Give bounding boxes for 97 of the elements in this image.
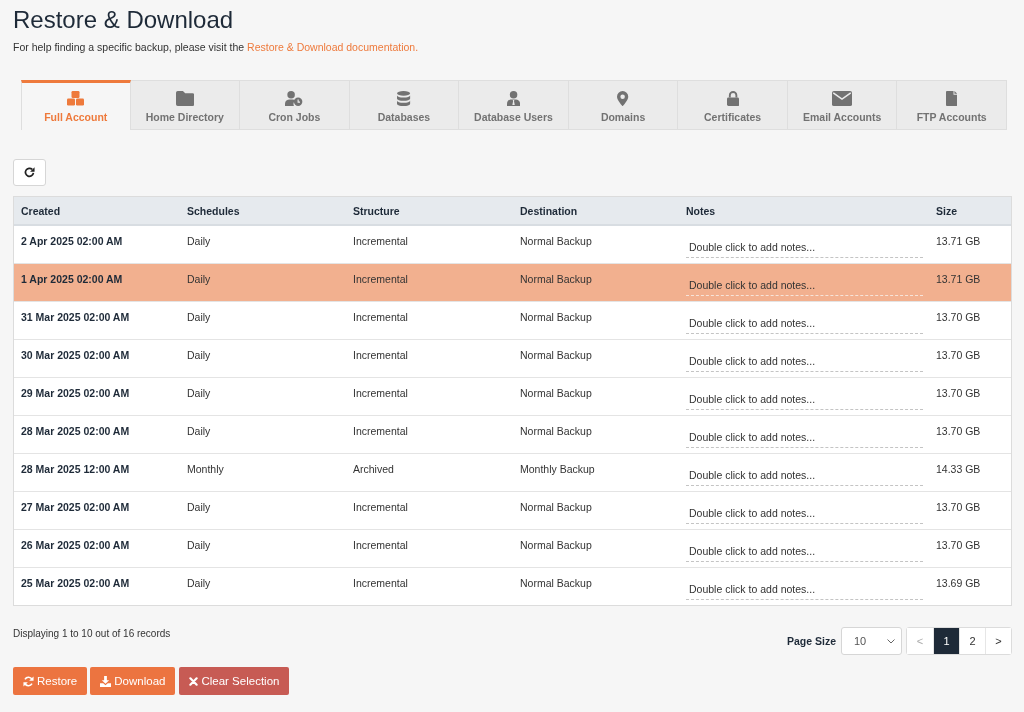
structure-text: Incremental: [353, 425, 408, 437]
chevron-down-icon: [887, 638, 895, 644]
schedule-text: Daily: [187, 539, 211, 551]
destination-text: Normal Backup: [520, 577, 592, 589]
lock-icon: [726, 91, 739, 106]
destination-text: Normal Backup: [520, 387, 592, 399]
notes-field[interactable]: Double click to add notes...: [686, 389, 923, 410]
refresh-icon: [24, 167, 35, 178]
destination-text: Normal Backup: [520, 311, 592, 323]
notes-field[interactable]: Double click to add notes...: [686, 427, 923, 448]
schedule-text: Daily: [187, 235, 211, 247]
created-date: 25 Mar 2025 02:00 AM: [21, 577, 130, 589]
created-date: 29 Mar 2025 02:00 AM: [21, 387, 130, 399]
close-icon: [189, 676, 199, 686]
tab[interactable]: Email Accounts: [787, 80, 898, 130]
tab[interactable]: FTP Accounts: [897, 80, 1007, 130]
column-header[interactable]: Created: [21, 205, 61, 217]
structure-text: Incremental: [353, 387, 408, 399]
schedule-text: Daily: [187, 577, 211, 589]
tab[interactable]: Databases: [349, 80, 460, 130]
schedule-text: Daily: [187, 273, 211, 285]
size-text: 13.70 GB: [936, 501, 981, 513]
notes-field[interactable]: Double click to add notes...: [686, 237, 923, 258]
column-header[interactable]: Schedules: [187, 205, 240, 217]
structure-text: Incremental: [353, 501, 408, 513]
notes-field[interactable]: Double click to add notes...: [686, 541, 923, 562]
structure-text: Incremental: [353, 273, 408, 285]
file-icon: [946, 91, 958, 106]
created-date: 28 Mar 2025 02:00 AM: [21, 425, 130, 437]
created-date: 27 Mar 2025 02:00 AM: [21, 501, 130, 513]
cubes-icon: [67, 91, 85, 106]
action-button[interactable]: Clear Selection: [179, 667, 290, 695]
sync-icon: [23, 675, 34, 687]
column-header[interactable]: Destination: [520, 205, 578, 217]
map-pin-icon: [617, 91, 629, 106]
tab[interactable]: Certificates: [678, 80, 788, 130]
page-size-select[interactable]: 10: [841, 627, 902, 655]
tab[interactable]: Database Users: [459, 80, 569, 130]
size-text: 13.70 GB: [936, 311, 981, 323]
user-clock-icon: [285, 91, 304, 106]
created-date: 28 Mar 2025 12:00 AM: [21, 463, 130, 475]
notes-field[interactable]: Double click to add notes...: [686, 503, 923, 524]
size-text: 13.70 GB: [936, 349, 981, 361]
table-row[interactable]: 1 Apr 2025 02:00 AM Daily Incremental Normal Backup Double click to add notes... 13.71 GB: [14, 264, 1011, 302]
destination-text: Normal Backup: [520, 273, 592, 285]
user-tie-icon: [506, 91, 521, 106]
size-text: 13.71 GB: [936, 235, 981, 247]
size-text: 13.70 GB: [936, 387, 981, 399]
database-icon: [397, 91, 411, 106]
column-header[interactable]: Notes: [686, 205, 716, 217]
notes-field[interactable]: Double click to add notes...: [686, 579, 923, 600]
tab[interactable]: Cron Jobs: [240, 80, 350, 130]
tab[interactable]: Home Directory: [130, 80, 241, 130]
created-date: 30 Mar 2025 02:00 AM: [21, 349, 130, 361]
schedule-text: Daily: [187, 501, 211, 513]
structure-text: Incremental: [353, 577, 408, 589]
download-icon: [100, 675, 112, 687]
size-text: 13.71 GB: [936, 273, 981, 285]
notes-field[interactable]: Double click to add notes...: [686, 351, 923, 372]
schedule-text: Daily: [187, 311, 211, 323]
destination-text: Normal Backup: [520, 539, 592, 551]
size-text: 13.70 GB: [936, 425, 981, 437]
structure-text: Incremental: [353, 539, 408, 551]
schedule-text: Daily: [187, 387, 211, 399]
destination-text: Normal Backup: [520, 425, 592, 437]
structure-text: Incremental: [353, 349, 408, 361]
structure-text: Incremental: [353, 311, 408, 323]
destination-text: Normal Backup: [520, 235, 592, 247]
notes-field[interactable]: Double click to add notes...: [686, 465, 923, 486]
page-title: Restore & Download: [13, 6, 234, 34]
envelope-icon: [832, 91, 853, 106]
column-header[interactable]: Size: [936, 205, 957, 217]
destination-text: Normal Backup: [520, 501, 592, 513]
destination-text: Monthly Backup: [520, 463, 595, 475]
refresh-button[interactable]: [13, 159, 46, 186]
tab[interactable]: Domains: [568, 80, 679, 130]
folder-icon: [175, 91, 195, 106]
schedule-text: Daily: [187, 349, 211, 361]
record-count: Displaying 1 to 10 out of 16 records: [13, 627, 171, 641]
schedule-text: Daily: [187, 425, 211, 437]
page-button[interactable]: 1: [933, 628, 959, 654]
page-button[interactable]: >: [985, 628, 1011, 654]
structure-text: Incremental: [353, 235, 408, 247]
schedule-text: Monthly: [187, 463, 224, 475]
page-size-label: Page Size: [786, 635, 836, 647]
notes-field[interactable]: Double click to add notes...: [686, 313, 923, 334]
created-date: 26 Mar 2025 02:00 AM: [21, 539, 130, 551]
size-text: 13.70 GB: [936, 539, 981, 551]
size-text: 14.33 GB: [936, 463, 981, 475]
help-text: For help finding a specific backup, please visit the Restore & Download documentation.: [13, 41, 419, 53]
structure-text: Archived: [353, 463, 394, 475]
created-date: 31 Mar 2025 02:00 AM: [21, 311, 130, 323]
created-date: 2 Apr 2025 02:00 AM: [21, 235, 123, 247]
destination-text: Normal Backup: [520, 349, 592, 361]
size-text: 13.69 GB: [936, 577, 981, 589]
column-header[interactable]: Structure: [353, 205, 400, 217]
created-date: 1 Apr 2025 02:00 AM: [21, 273, 123, 285]
